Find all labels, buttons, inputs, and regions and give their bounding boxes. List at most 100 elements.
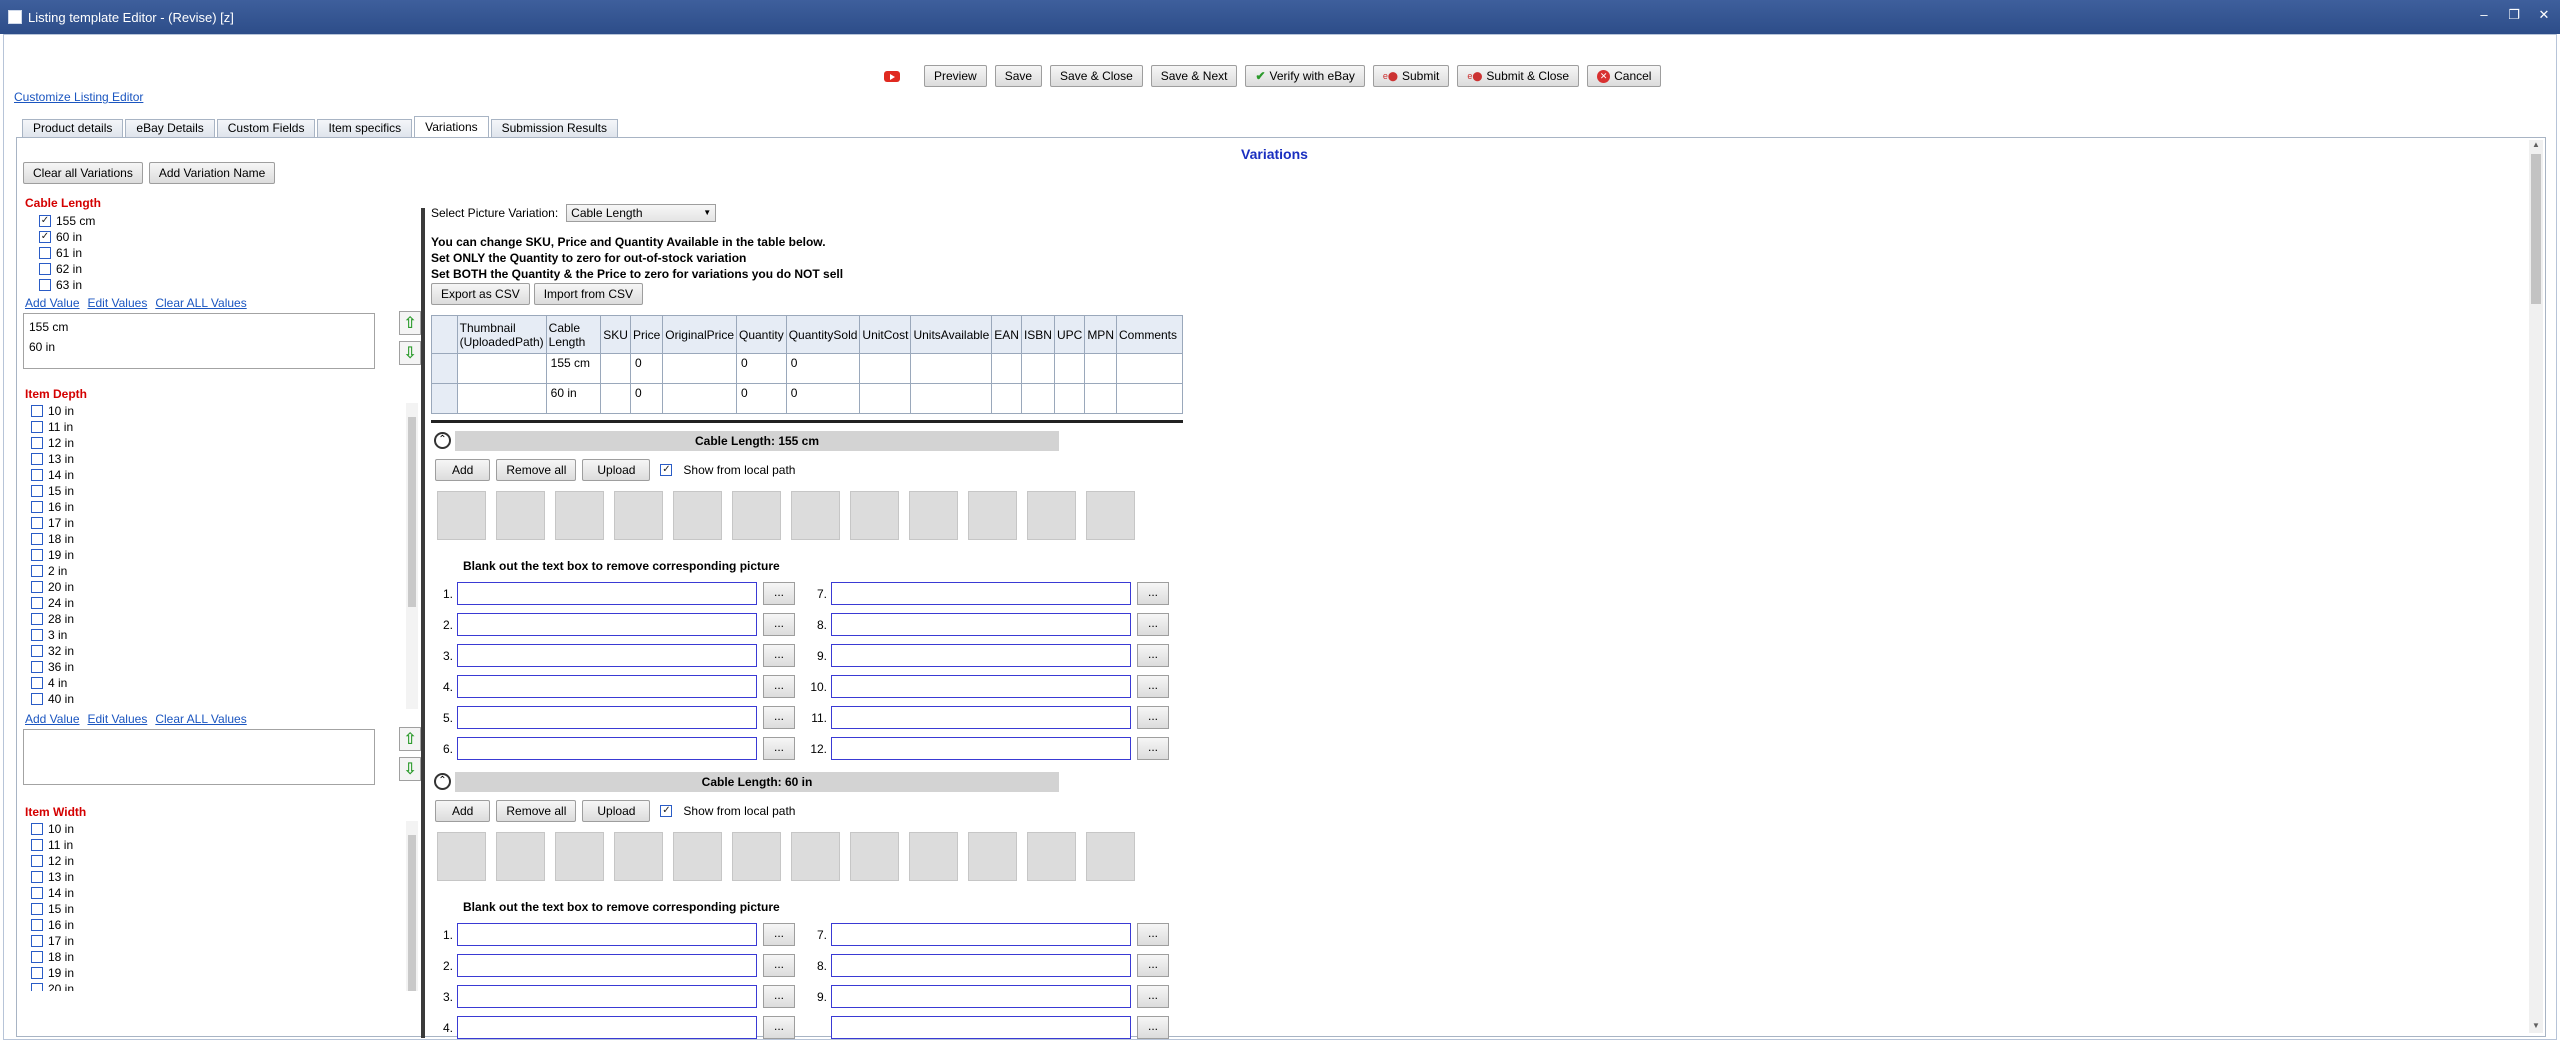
picture-path-input[interactable] xyxy=(831,1016,1131,1039)
list-item[interactable]: 15 in xyxy=(31,901,423,917)
add-variation-name-button[interactable]: Add Variation Name xyxy=(148,162,276,184)
checkbox[interactable] xyxy=(31,823,43,835)
table-cell[interactable]: 0 xyxy=(629,353,664,384)
table-cell[interactable] xyxy=(1084,353,1117,384)
cable-add-value-link[interactable]: Add Value xyxy=(25,296,80,310)
column-header[interactable]: UnitsAvailable xyxy=(910,315,993,354)
checkbox[interactable] xyxy=(31,903,43,915)
upload-button[interactable]: Upload xyxy=(582,800,651,822)
cable-values-list[interactable]: 155 cm 60 in xyxy=(23,313,375,369)
table-cell[interactable]: 0 xyxy=(629,383,664,414)
checkbox[interactable]: ✓ xyxy=(39,231,51,243)
close-icon[interactable]: ✕ xyxy=(2536,7,2552,23)
remove-all-button[interactable]: Remove all xyxy=(496,800,577,822)
list-item[interactable]: 20 in xyxy=(31,981,423,991)
column-header[interactable]: Comments xyxy=(1115,315,1184,354)
browse-button[interactable]: ... xyxy=(763,613,795,636)
save-next-button[interactable]: Save & Next xyxy=(1150,65,1238,87)
checkbox[interactable] xyxy=(31,597,43,609)
list-item[interactable]: 14 in xyxy=(31,467,423,483)
list-item[interactable]: 12 in xyxy=(31,435,423,451)
checkbox[interactable] xyxy=(31,549,43,561)
table-cell[interactable] xyxy=(910,353,993,384)
cable-clear-values-link[interactable]: Clear ALL Values xyxy=(155,296,246,310)
thumbnail-slot[interactable] xyxy=(968,832,1017,881)
table-cell[interactable]: 0 xyxy=(736,353,787,384)
browse-button[interactable]: ... xyxy=(763,1016,795,1039)
checkbox[interactable] xyxy=(31,533,43,545)
list-item[interactable]: 61 in xyxy=(39,245,423,261)
thumbnail-slot[interactable] xyxy=(1027,491,1076,540)
submit-close-button[interactable]: e⬤ Submit & Close xyxy=(1457,65,1580,87)
cancel-button[interactable]: ✕ Cancel xyxy=(1587,65,1662,87)
collapse-icon[interactable]: ⌃ xyxy=(434,773,451,790)
table-cell[interactable]: 60 in xyxy=(545,383,602,414)
list-item[interactable]: 13 in xyxy=(31,869,423,885)
depth-edit-values-link[interactable]: Edit Values xyxy=(88,712,148,726)
list-item[interactable]: 16 in xyxy=(31,499,423,515)
tab-product-details[interactable]: Product details xyxy=(22,119,124,137)
table-cell[interactable] xyxy=(662,353,737,384)
move-up-icon[interactable]: ⇧ xyxy=(399,311,421,335)
table-cell[interactable] xyxy=(662,383,737,414)
list-item[interactable]: 20 in xyxy=(31,579,423,595)
list-item[interactable]: 10 in xyxy=(31,403,423,419)
scroll-down-icon[interactable]: ▼ xyxy=(2529,1021,2543,1033)
browse-button[interactable]: ... xyxy=(1137,954,1169,977)
checkbox[interactable] xyxy=(31,421,43,433)
browse-button[interactable]: ... xyxy=(1137,644,1169,667)
tab-custom-fields[interactable]: Custom Fields xyxy=(216,119,316,137)
browse-button[interactable]: ... xyxy=(763,985,795,1008)
picture-path-input[interactable] xyxy=(457,706,757,729)
picture-path-input[interactable] xyxy=(831,954,1131,977)
list-item[interactable]: 15 in xyxy=(31,483,423,499)
browse-button[interactable]: ... xyxy=(763,923,795,946)
list-item[interactable]: 63 in xyxy=(39,277,423,293)
checkbox[interactable] xyxy=(39,247,51,259)
column-header[interactable]: Thumbnail (UploadedPath) xyxy=(456,315,547,354)
import-csv-button[interactable]: Import from CSV xyxy=(533,283,644,305)
checkbox[interactable] xyxy=(39,279,51,291)
add-button[interactable]: Add xyxy=(435,800,491,822)
table-cell[interactable] xyxy=(456,383,547,414)
table-cell[interactable] xyxy=(859,353,912,384)
depth-clear-values-link[interactable]: Clear ALL Values xyxy=(155,712,246,726)
checkbox[interactable] xyxy=(31,453,43,465)
list-item[interactable]: 4 in xyxy=(31,675,423,691)
browse-button[interactable]: ... xyxy=(1137,737,1169,760)
checkbox[interactable] xyxy=(31,661,43,673)
table-cell[interactable] xyxy=(456,353,547,384)
list-item[interactable]: 19 in xyxy=(31,965,423,981)
browse-button[interactable]: ... xyxy=(763,644,795,667)
browse-button[interactable]: ... xyxy=(763,582,795,605)
picture-path-input[interactable] xyxy=(457,954,757,977)
checkbox[interactable]: ✓ xyxy=(39,215,51,227)
table-cell[interactable] xyxy=(1053,353,1086,384)
picture-path-input[interactable] xyxy=(831,613,1131,636)
picture-path-input[interactable] xyxy=(457,923,757,946)
list-item[interactable]: 19 in xyxy=(31,547,423,563)
list-item[interactable]: 11 in xyxy=(31,837,423,853)
picture-path-input[interactable] xyxy=(457,1016,757,1039)
table-cell[interactable]: 0 xyxy=(785,383,861,414)
column-header[interactable]: QuantitySold xyxy=(785,315,861,354)
list-item[interactable]: 28 in xyxy=(31,611,423,627)
cable-edit-values-link[interactable]: Edit Values xyxy=(88,296,148,310)
table-cell[interactable] xyxy=(991,383,1022,414)
checkbox[interactable] xyxy=(31,871,43,883)
table-cell[interactable]: 0 xyxy=(785,353,861,384)
thumbnail-slot[interactable] xyxy=(496,491,545,540)
save-close-button[interactable]: Save & Close xyxy=(1050,65,1143,87)
collapse-icon[interactable]: ⌃ xyxy=(434,432,451,449)
thumbnail-slot[interactable] xyxy=(1086,832,1135,881)
picture-path-input[interactable] xyxy=(831,706,1131,729)
minimize-icon[interactable]: – xyxy=(2476,7,2492,23)
list-item[interactable]: 14 in xyxy=(31,885,423,901)
table-row[interactable]: 60 in 0 0 0 xyxy=(431,383,1184,414)
youtube-icon[interactable] xyxy=(884,70,900,82)
browse-button[interactable]: ... xyxy=(1137,613,1169,636)
move-down-icon[interactable]: ⇩ xyxy=(399,757,421,781)
thumbnail-slot[interactable] xyxy=(850,491,899,540)
picture-path-input[interactable] xyxy=(457,737,757,760)
thumbnail-slot[interactable] xyxy=(850,832,899,881)
